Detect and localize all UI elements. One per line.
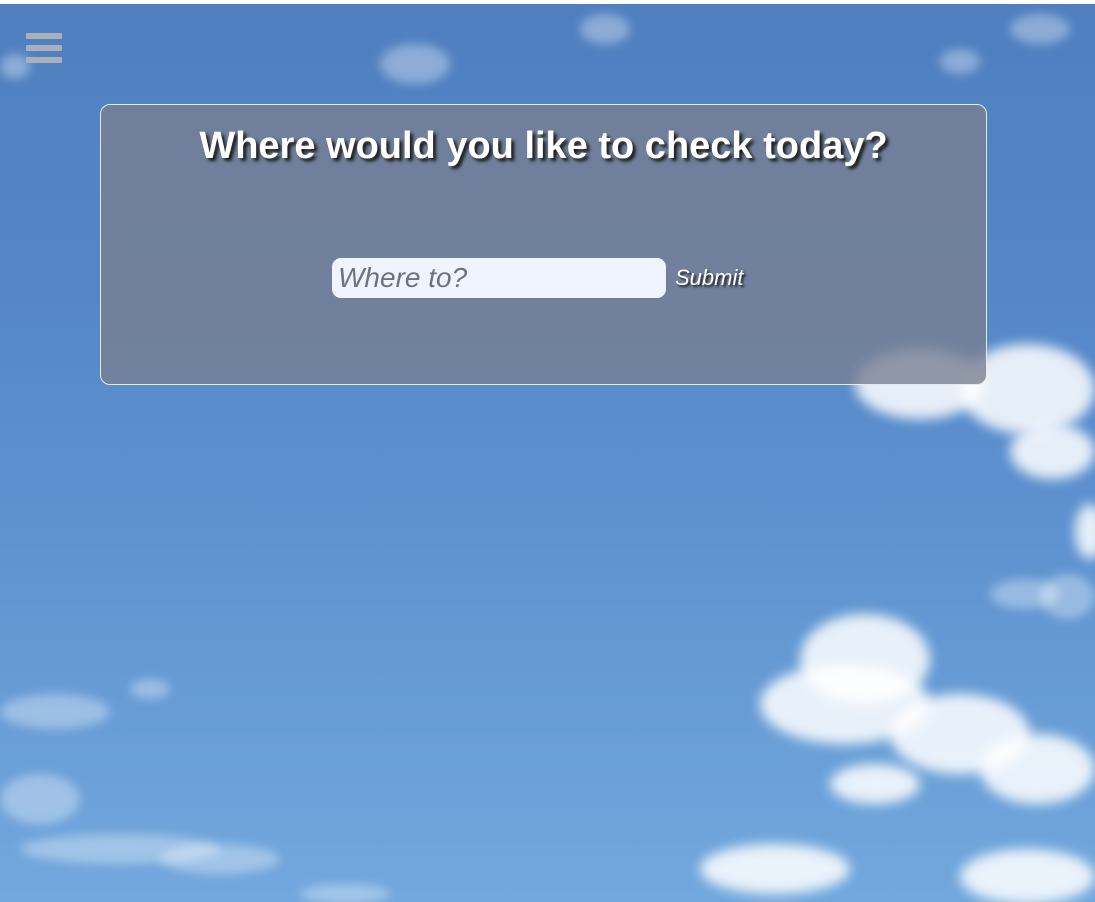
search-panel: Where would you like to check today? Sub… [100, 104, 987, 385]
search-input[interactable] [332, 257, 666, 298]
panel-title: Where would you like to check today? [199, 125, 888, 167]
menu-bar-middle [26, 45, 62, 51]
menu-bar-top [26, 33, 62, 39]
search-form: Submit [332, 257, 743, 298]
menu-bar-bottom [26, 57, 62, 63]
submit-button[interactable]: Submit [675, 265, 743, 291]
hamburger-menu-icon[interactable] [26, 31, 62, 65]
